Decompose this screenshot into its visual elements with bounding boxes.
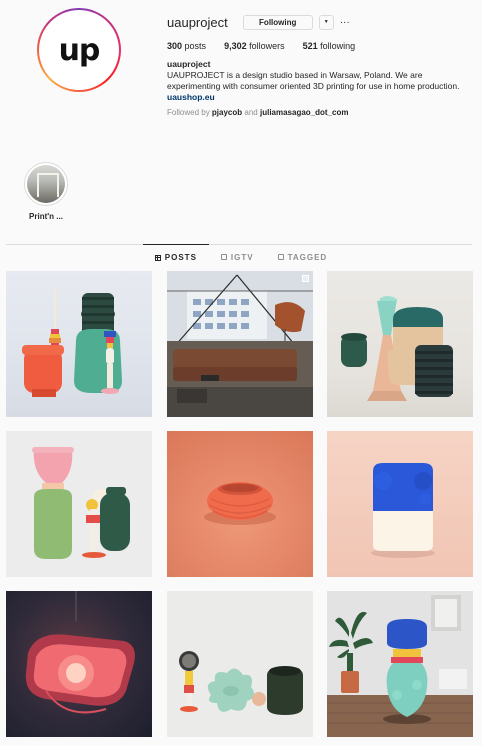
post-thumbnail[interactable] [166,431,313,577]
post-image [341,296,453,401]
highlight-label: Print'n ... [29,212,63,221]
following-button[interactable]: Following [242,14,313,30]
tab-tagged-label: TAGGED [287,252,328,262]
post-image [166,271,313,417]
tab-igtv-label: IGTV [230,252,254,262]
post-image [371,463,435,558]
bio-name: uauproject [167,59,211,69]
profile-username: uauproject [167,14,228,30]
highlight-cover [27,165,65,203]
posts-grid [6,271,473,737]
post-image [203,482,276,525]
post-image [22,289,122,397]
followed-by-user-1[interactable]: pjaycob [212,108,242,117]
more-options-icon[interactable]: ··· [340,17,350,28]
followed-by: Followed by pjaycob and juliamasagao_dot… [167,108,467,117]
profile-header-row: uauproject Following ▼ ··· [167,12,467,32]
profile-stats: 300 posts 9,302 followers 521 following [167,41,467,51]
tab-tagged[interactable]: TAGGED [266,244,340,270]
post-thumbnail[interactable] [327,431,473,577]
tab-posts-label: POSTS [164,253,197,262]
bio-text: UAUPROJECT is a design studio based in W… [167,70,460,91]
following-label: following [320,41,356,51]
stat-followers[interactable]: 9,302 followers [224,41,285,51]
profile-tabs: POSTS IGTV TAGGED [0,244,482,270]
following-count: 521 [302,41,318,51]
avatar-inner: up [39,10,119,90]
profile-bio: uauproject UAUPROJECT is a design studio… [167,59,467,103]
followers-label: followers [249,41,285,51]
avatar-logo: up [58,32,101,68]
post-thumbnail[interactable] [327,591,473,737]
tag-icon [277,254,284,260]
post-image [25,591,135,714]
post-thumbnail[interactable] [6,431,152,577]
tab-igtv[interactable]: IGTV [209,244,266,270]
post-image [178,651,303,715]
post-thumbnail[interactable] [166,271,313,417]
tab-posts[interactable]: POSTS [142,244,209,270]
post-image [32,447,130,559]
post-thumbnail[interactable] [6,271,152,417]
profile-info: uauproject Following ▼ ··· 300 posts 9,3… [167,12,467,117]
igtv-icon [220,254,227,260]
followed-by-user-2[interactable]: juliamasagao_dot_com [260,108,348,117]
post-image [327,591,473,737]
followed-by-and: and [244,108,258,117]
post-thumbnail[interactable] [6,591,152,737]
stat-posts: 300 posts [167,41,206,51]
grid-icon [154,254,161,261]
posts-label: posts [184,41,207,51]
followers-count: 9,302 [224,41,247,51]
story-highlight[interactable]: Print'n ... [22,162,70,221]
carousel-icon [301,275,309,282]
post-thumbnail[interactable] [166,591,313,737]
suggested-dropdown-button[interactable]: ▼ [318,14,334,30]
bio-link[interactable]: uaushop.eu [167,92,467,103]
chevron-down-icon: ▼ [323,19,329,25]
followed-by-prefix: Followed by [167,108,210,117]
post-thumbnail[interactable] [327,271,473,417]
highlight-ring [24,162,68,206]
profile-avatar[interactable]: up [37,8,121,92]
stat-following[interactable]: 521 following [303,41,356,51]
posts-count: 300 [167,41,183,51]
